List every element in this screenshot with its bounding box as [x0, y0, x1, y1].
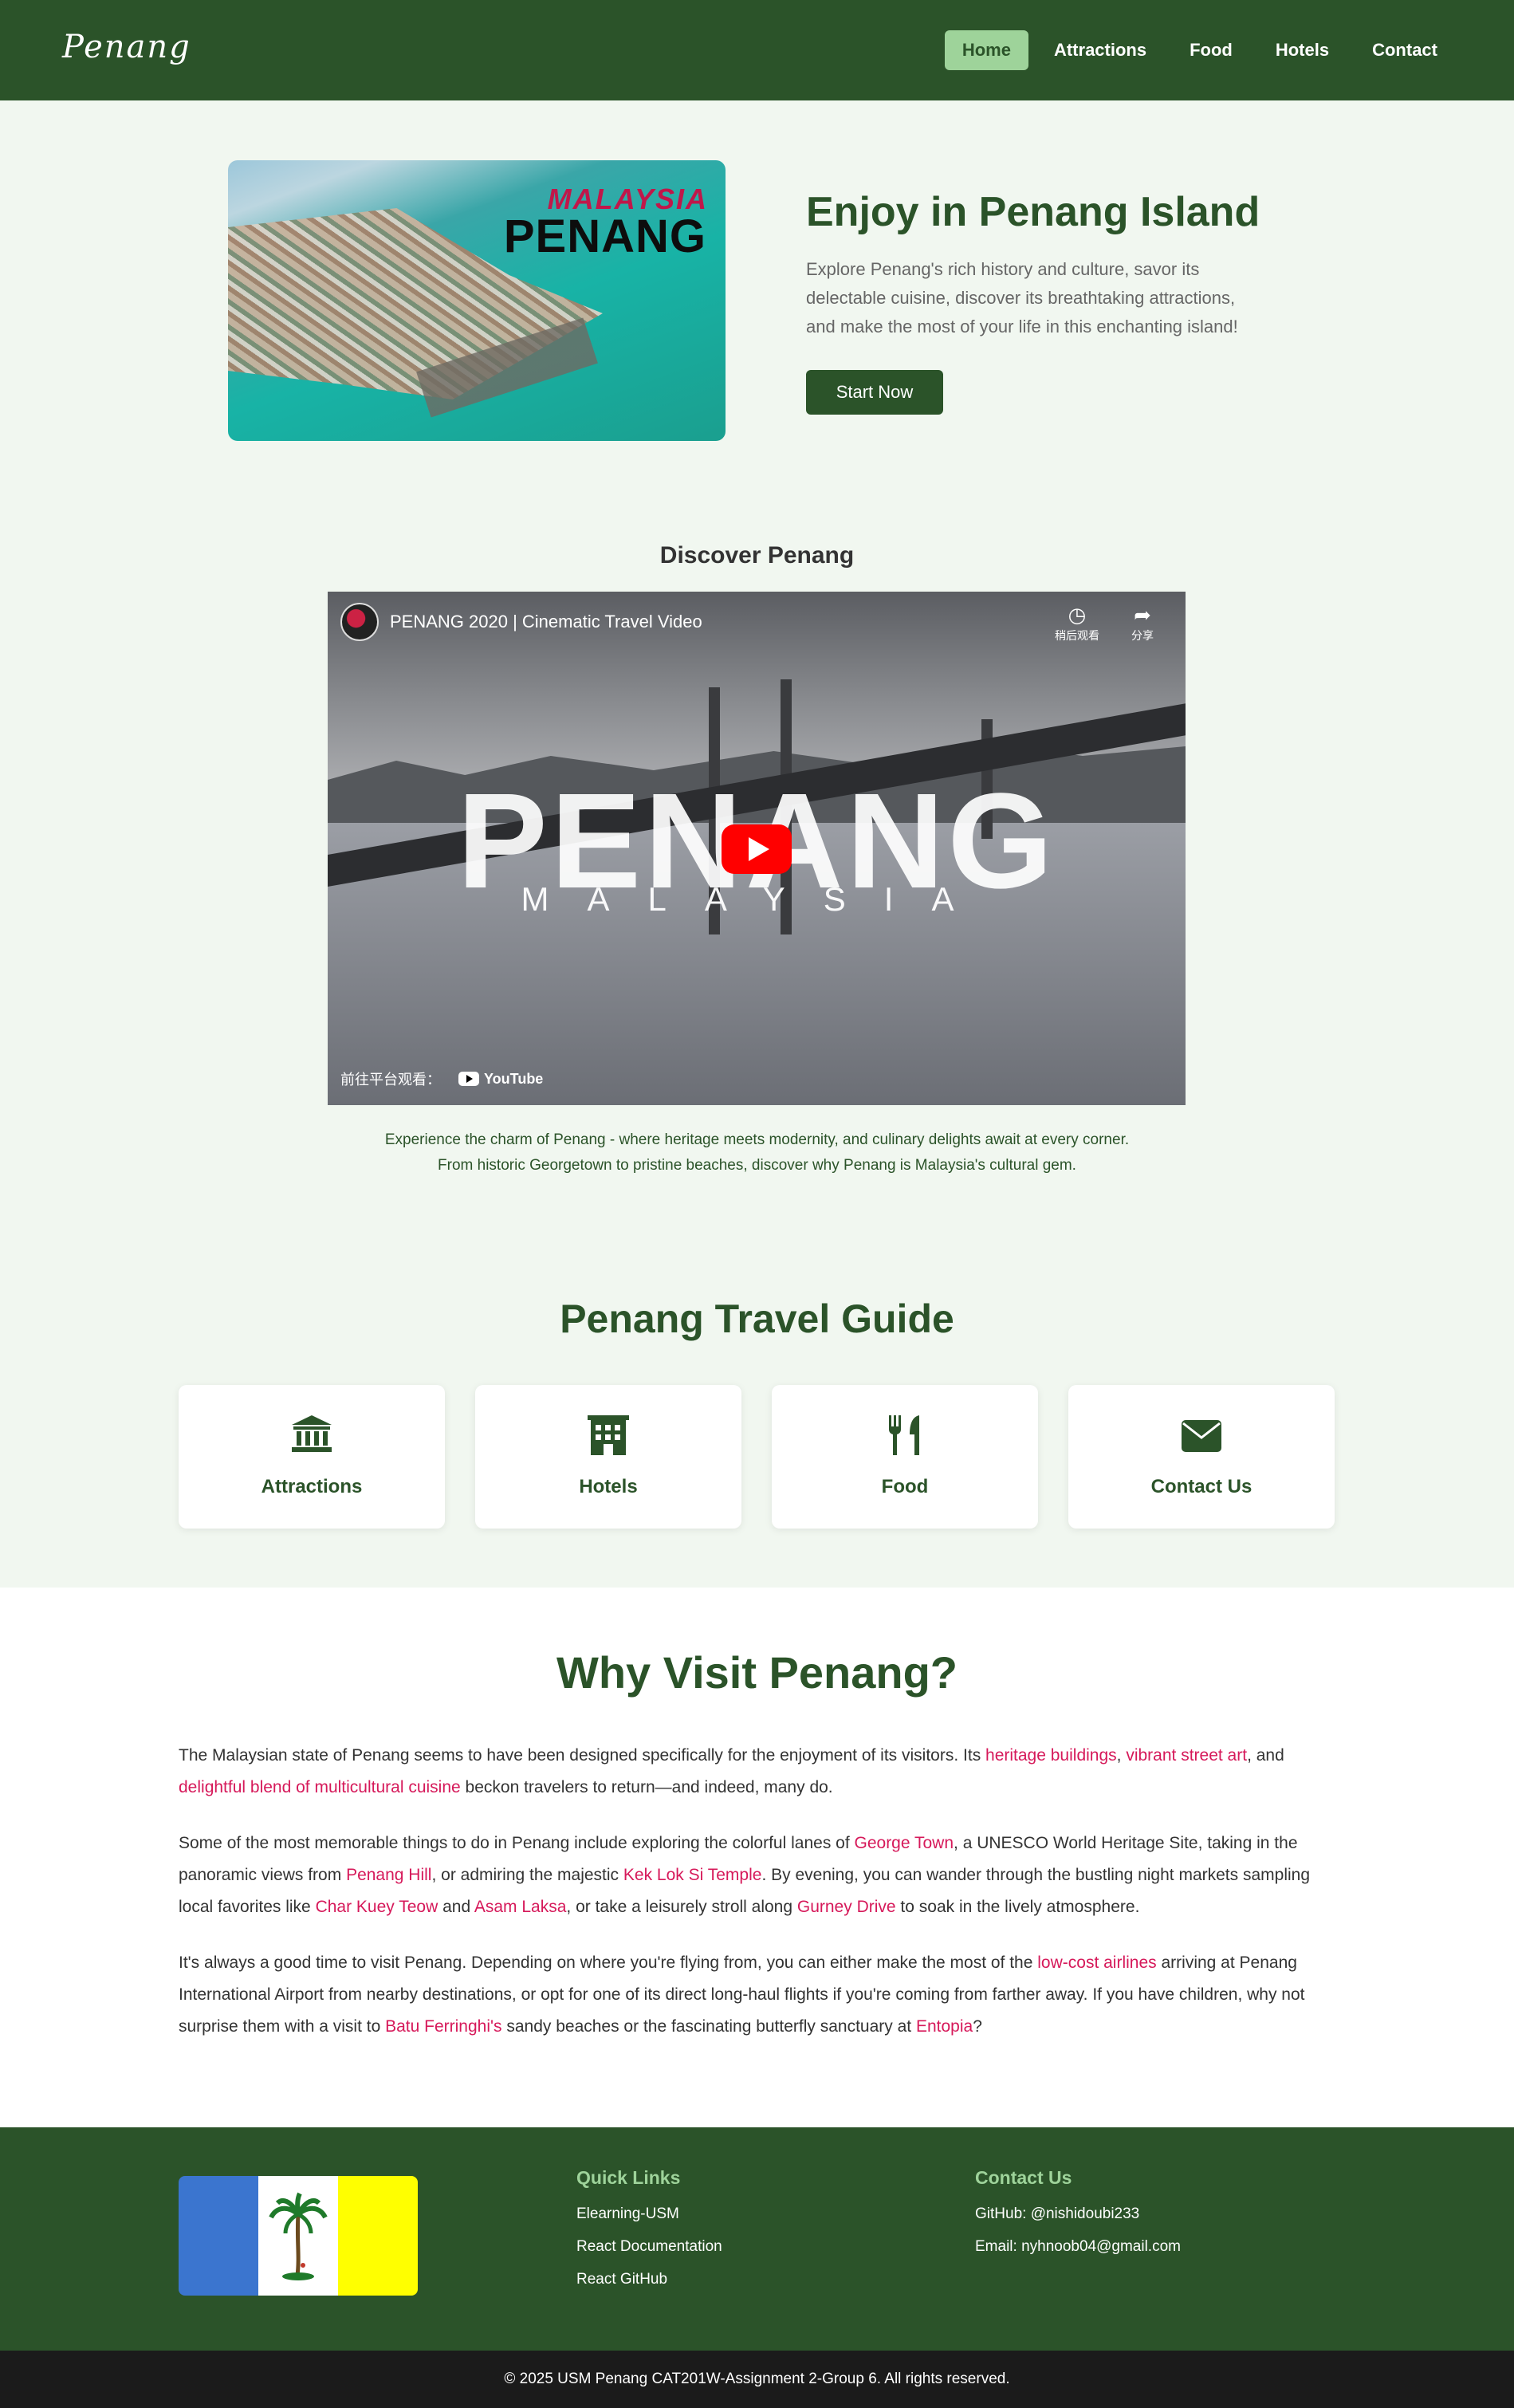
- why-paragraph-2: Some of the most memorable things to do …: [179, 1828, 1335, 1923]
- why-text: , and: [1247, 1746, 1284, 1765]
- video-caption: Experience the charm of Penang - where h…: [0, 1127, 1514, 1178]
- why-visit-title: Why Visit Penang?: [556, 1647, 958, 1698]
- channel-avatar[interactable]: [340, 603, 379, 641]
- palm-tree-icon: [269, 2192, 328, 2280]
- video-caption-line2: From historic Georgetown to pristine bea…: [438, 1157, 1076, 1174]
- why-text: Some of the most memorable things to do …: [179, 1834, 855, 1852]
- link-penang-hill[interactable]: Penang Hill: [346, 1866, 431, 1884]
- link-char-kuey-teow[interactable]: Char Kuey Teow: [316, 1898, 438, 1916]
- nav-hotels[interactable]: Hotels: [1258, 30, 1347, 70]
- youtube-icon: [458, 1072, 479, 1086]
- flag-blue-stripe: [179, 2176, 258, 2296]
- utensils-icon: [772, 1414, 1038, 1458]
- watch-later-label: 稍后观看: [1055, 629, 1099, 642]
- video-title[interactable]: PENANG 2020 | Cinematic Travel Video: [390, 612, 702, 632]
- link-george-town[interactable]: George Town: [855, 1834, 954, 1852]
- nav-home[interactable]: Home: [944, 30, 1028, 70]
- video-header: PENANG 2020 | Cinematic Travel Video: [340, 603, 702, 641]
- link-entopia[interactable]: Entopia: [916, 2017, 973, 2036]
- watch-on-label: 前往平台观看：: [340, 1072, 441, 1088]
- nav-links: Home Attractions Food Hotels Contact: [944, 30, 1455, 70]
- guide-card-attractions[interactable]: Attractions: [179, 1385, 445, 1529]
- guide-card-food[interactable]: Food: [772, 1385, 1038, 1529]
- video-embed[interactable]: PENANG 2020 | Cinematic Travel Video ◷ 稍…: [328, 592, 1186, 1105]
- play-icon: [749, 837, 769, 861]
- nav-attractions[interactable]: Attractions: [1036, 30, 1164, 70]
- why-text: ?: [973, 2017, 982, 2036]
- link-gurney-drive[interactable]: Gurney Drive: [797, 1898, 896, 1916]
- guide-card-contact[interactable]: Contact Us: [1068, 1385, 1335, 1529]
- share-label: 分享: [1131, 629, 1154, 642]
- landmark-icon: [179, 1414, 445, 1458]
- why-text: , or take a leisurely stroll along: [566, 1898, 797, 1916]
- why-text: The Malaysian state of Penang seems to h…: [179, 1746, 986, 1765]
- why-text: sandy beaches or the fascinating butterf…: [501, 2017, 916, 2036]
- video-actions: ◷ 稍后观看 ➦ 分享: [1055, 603, 1154, 643]
- link-kek-lok-si-temple[interactable]: Kek Lok Si Temple: [623, 1866, 762, 1884]
- top-navbar: Penang Home Attractions Food Hotels Cont…: [0, 0, 1514, 100]
- why-text: beckon travelers to return—and indeed, m…: [460, 1778, 833, 1796]
- guide-card-label: Hotels: [579, 1476, 638, 1497]
- building-icon: [475, 1414, 741, 1458]
- watch-on-platform[interactable]: 前往平台观看： YouTube: [340, 1068, 543, 1089]
- brand-logo[interactable]: Penang: [62, 29, 191, 65]
- link-multicultural-cuisine[interactable]: delightful blend of multicultural cuisin…: [179, 1778, 461, 1796]
- guide-card-hotels[interactable]: Hotels: [475, 1385, 741, 1529]
- link-react-github[interactable]: React GitHub: [576, 2271, 667, 2288]
- youtube-label: YouTube: [484, 1070, 544, 1087]
- envelope-icon: [1068, 1414, 1335, 1458]
- why-text: ,: [1116, 1746, 1127, 1765]
- link-heritage-buildings[interactable]: heritage buildings: [985, 1746, 1117, 1765]
- link-elearning-usm[interactable]: Elearning-USM: [576, 2205, 679, 2223]
- why-paragraph-1: The Malaysian state of Penang seems to h…: [179, 1740, 1335, 1804]
- copyright-bar: © 2025 USM Penang CAT201W-Assignment 2-G…: [0, 2351, 1514, 2408]
- nav-food[interactable]: Food: [1172, 30, 1250, 70]
- link-vibrant-street-art[interactable]: vibrant street art: [1126, 1746, 1247, 1765]
- contact-email: Email: nyhnoob04@gmail.com: [975, 2238, 1181, 2255]
- nav-contact[interactable]: Contact: [1355, 30, 1455, 70]
- why-text: to soak in the lively atmosphere.: [895, 1898, 1140, 1916]
- why-text: and: [438, 1898, 474, 1916]
- hero-image: MALAYSIA PENANG: [228, 160, 726, 441]
- why-text: It's always a good time to visit Penang.…: [179, 1954, 1038, 1972]
- hero-title: Enjoy in Penang Island: [806, 189, 1260, 235]
- flag-yellow-stripe: [338, 2176, 418, 2296]
- clock-icon: ◷: [1068, 603, 1087, 627]
- guide-card-label: Attractions: [261, 1476, 363, 1497]
- watch-later-button[interactable]: ◷ 稍后观看: [1055, 603, 1099, 643]
- hero-description: Explore Penang's rich history and cultur…: [806, 259, 1238, 336]
- quick-links-title: Quick Links: [576, 2167, 681, 2188]
- youtube-logo[interactable]: YouTube: [458, 1071, 543, 1088]
- discover-title: Discover Penang: [659, 542, 855, 569]
- penang-flag: [179, 2176, 418, 2296]
- guide-card-label: Contact Us: [1150, 1476, 1252, 1497]
- link-batu-ferringhi[interactable]: Batu Ferringhi's: [385, 2017, 501, 2036]
- flag-white-stripe: [258, 2176, 338, 2296]
- link-low-cost-airlines[interactable]: low-cost airlines: [1037, 1954, 1156, 1972]
- why-paragraph-3: It's always a good time to visit Penang.…: [179, 1947, 1335, 2043]
- why-text: , or admiring the majestic: [431, 1866, 623, 1884]
- video-overlay-subtitle: MALAYSIA: [521, 880, 993, 918]
- start-now-button[interactable]: Start Now: [806, 370, 943, 415]
- link-react-docs[interactable]: React Documentation: [576, 2238, 722, 2256]
- guide-card-label: Food: [881, 1476, 929, 1497]
- share-icon: ➦: [1134, 603, 1151, 627]
- travel-guide-title: Penang Travel Guide: [560, 1296, 954, 1341]
- video-caption-line1: Experience the charm of Penang - where h…: [384, 1131, 1130, 1148]
- share-button[interactable]: ➦ 分享: [1131, 603, 1154, 643]
- contact-github: GitHub: @nishidoubi233: [975, 2205, 1140, 2222]
- link-asam-laksa[interactable]: Asam Laksa: [474, 1898, 567, 1916]
- hero-image-penang-text: PENANG: [503, 211, 706, 262]
- contact-us-title: Contact Us: [975, 2167, 1072, 2188]
- play-button[interactable]: [722, 824, 792, 874]
